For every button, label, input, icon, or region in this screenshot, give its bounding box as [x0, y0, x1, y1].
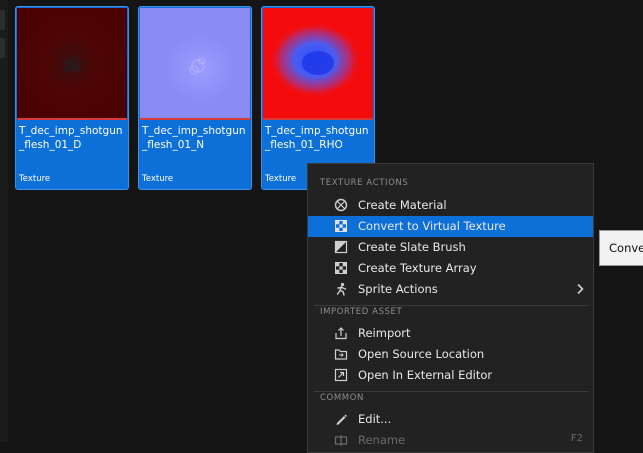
menu-item-reimport[interactable]: Reimport: [308, 323, 593, 344]
asset-name: T_dec_imp_shotgun _flesh_01_D: [19, 125, 123, 151]
menu-item-rename[interactable]: Rename F2: [308, 430, 593, 451]
section-header-texture-actions: TEXTURE ACTIONS: [320, 178, 409, 188]
section-header-common: COMMON: [320, 393, 364, 403]
menu-item-create-slate-brush[interactable]: Create Slate Brush: [308, 237, 593, 258]
texture-type-bar: [17, 118, 127, 120]
texture-array-icon: [335, 262, 347, 274]
material-sphere-icon: [334, 198, 348, 212]
menu-item-open-source-location[interactable]: Open Source Location: [308, 344, 593, 365]
rename-icon: [334, 435, 348, 446]
asset-name: T_dec_imp_shotgun _flesh_01_N: [142, 125, 246, 151]
left-toolbar-strip: [0, 0, 8, 442]
menu-item-create-material[interactable]: Create Material: [308, 195, 593, 216]
external-editor-icon: [334, 368, 348, 382]
menu-divider: [314, 391, 589, 392]
texture-type-bar: [140, 118, 250, 120]
menu-item-edit[interactable]: Edit...: [308, 409, 593, 430]
virtual-texture-icon: [335, 220, 347, 232]
reimport-icon: [335, 327, 347, 340]
section-header-imported-asset: IMPORTED ASSET: [320, 307, 403, 317]
folder-icon: [334, 349, 348, 360]
menu-item-sprite-actions[interactable]: Sprite Actions: [308, 279, 593, 300]
menu-item-open-external-editor[interactable]: Open In External Editor: [308, 365, 593, 386]
texture-thumbnail: [263, 8, 373, 118]
asset-type-label: Texture: [142, 174, 174, 184]
asset-tile[interactable]: T_dec_imp_shotgun _flesh_01_N Texture: [138, 6, 252, 190]
sprite-icon: [336, 282, 347, 296]
asset-tile[interactable]: T_dec_imp_shotgun _flesh_01_D Texture: [15, 6, 129, 190]
context-menu: TEXTURE ACTIONS Create Material Convert …: [307, 163, 594, 453]
menu-item-create-texture-array[interactable]: Create Texture Array: [308, 258, 593, 279]
asset-name: T_dec_imp_shotgun _flesh_01_RHO: [265, 125, 369, 151]
menu-item-convert-virtual-texture[interactable]: Convert to Virtual Texture: [308, 216, 593, 237]
slate-brush-icon: [334, 240, 348, 254]
pencil-icon: [336, 414, 347, 425]
texture-thumbnail: [140, 8, 250, 118]
chevron-right-icon: [577, 283, 584, 295]
asset-type-label: Texture: [19, 174, 51, 184]
texture-thumbnail: [17, 8, 127, 118]
asset-type-label: Texture: [265, 174, 297, 184]
collapse-handle-top[interactable]: [0, 10, 5, 30]
texture-type-bar: [263, 118, 373, 120]
menu-divider: [314, 305, 589, 306]
texture-d-image: [62, 56, 83, 73]
tooltip: Conve: [599, 230, 643, 266]
texture-n-image: [189, 57, 206, 75]
collapse-handle-bottom[interactable]: [0, 38, 5, 58]
texture-rho-image: [269, 22, 361, 98]
shortcut-label: F2: [570, 433, 583, 444]
